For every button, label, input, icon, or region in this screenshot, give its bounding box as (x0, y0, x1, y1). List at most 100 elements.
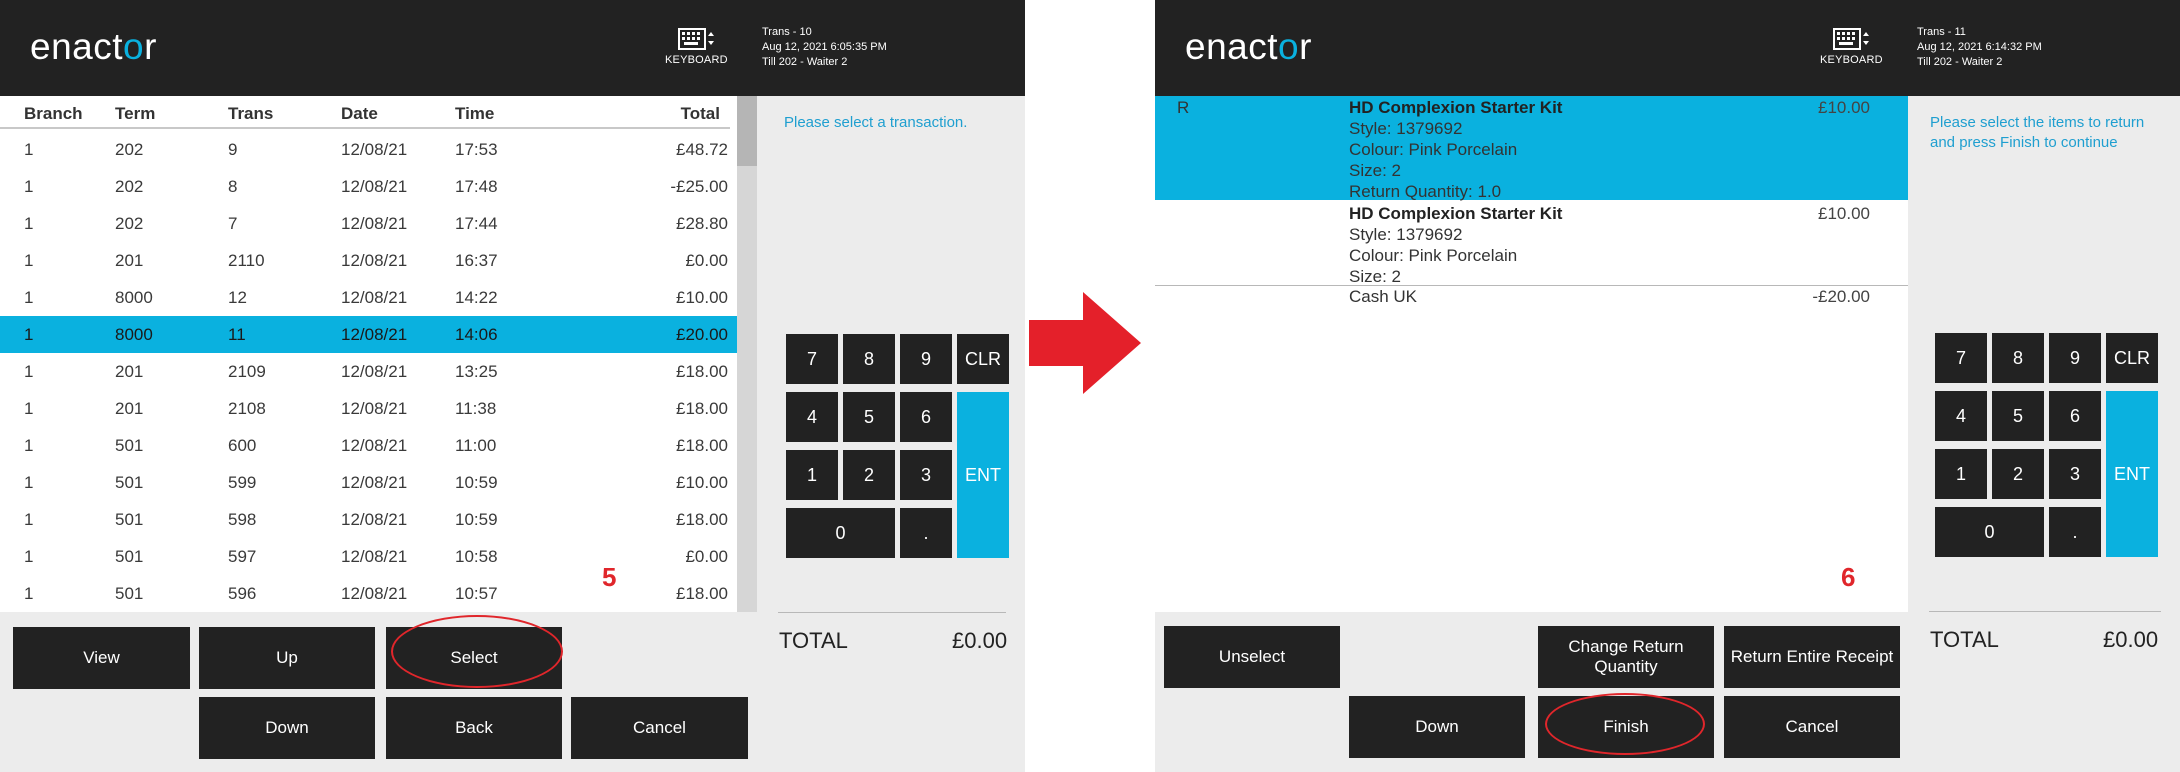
total-value: £0.00 (2103, 627, 2159, 652)
clear-key[interactable]: CLR (2106, 333, 2158, 383)
cell-term: 201 (115, 362, 144, 381)
table-row[interactable]: 1 8000 11 12/08/21 14:06 £20.00 (0, 316, 738, 353)
table-row[interactable]: 1 501 598 12/08/21 10:59 £18.00 (0, 501, 738, 538)
down-button[interactable]: Down (199, 697, 375, 759)
list-divider (1155, 285, 1908, 286)
cell-term: 201 (115, 399, 144, 418)
column-header-term: Term (115, 104, 156, 123)
key-7[interactable]: 7 (1935, 333, 1987, 383)
enactor-logo: enactor (1185, 26, 1312, 67)
tender-value: -£20.00 (1812, 287, 1870, 306)
column-header-total: Total (680, 104, 720, 123)
cell-branch: 1 (24, 140, 34, 159)
trans-datetime: Aug 12, 2021 6:05:35 PM (762, 41, 887, 53)
cell-branch: 1 (24, 251, 34, 270)
cell-total: £18.00 (676, 399, 728, 418)
clear-key[interactable]: CLR (957, 334, 1009, 384)
header-bar: enactor KEYBOARD Trans - 11 Aug 12, 2021… (1155, 0, 2180, 96)
tender-line[interactable]: Cash UK -£20.00 (1155, 287, 1908, 311)
finish-button[interactable]: Finish (1538, 696, 1714, 758)
table-row[interactable]: 1 202 9 12/08/21 17:53 £48.72 (0, 131, 738, 168)
cell-total: £48.72 (676, 140, 728, 159)
scrollbar-thumb[interactable] (737, 96, 757, 166)
transaction-table: Branch Term Trans Date Time Total 1 202 9 1… (0, 96, 740, 612)
table-row[interactable]: 1 501 600 12/08/21 11:00 £18.00 (0, 427, 738, 464)
cell-total: £10.00 (676, 473, 728, 492)
till-operator: Till 202 - Waiter 2 (762, 56, 848, 68)
prompt-message: Please select the items to return and pr… (1930, 113, 2144, 153)
up-button[interactable]: Up (199, 627, 375, 689)
decimal-key[interactable]: . (900, 508, 952, 558)
cell-branch: 1 (24, 214, 34, 233)
table-row[interactable]: 1 202 8 12/08/21 17:48 -£25.00 (0, 168, 738, 205)
cell-time: 14:22 (455, 288, 498, 307)
cell-time: 10:59 (455, 510, 498, 529)
table-row[interactable]: 1 202 7 12/08/21 17:44 £28.80 (0, 205, 738, 242)
cell-term: 201 (115, 251, 144, 270)
cell-time: 13:25 (455, 362, 498, 381)
table-row[interactable]: 1 501 597 12/08/21 10:58 £0.00 (0, 538, 738, 575)
cell-branch: 1 (24, 362, 34, 381)
change-return-quantity-button[interactable]: Change Return Quantity (1538, 626, 1714, 688)
key-7[interactable]: 7 (786, 334, 838, 384)
table-row[interactable]: 1 501 599 12/08/21 10:59 £10.00 (0, 464, 738, 501)
table-row[interactable]: 1 201 2109 12/08/21 13:25 £18.00 (0, 353, 738, 390)
enter-key[interactable]: ENT (957, 392, 1009, 558)
table-row[interactable]: 1 201 2110 12/08/21 16:37 £0.00 (0, 242, 738, 279)
key-1[interactable]: 1 (1935, 449, 1987, 499)
key-4[interactable]: 4 (786, 392, 838, 442)
item-style: Style: 1379692 (1349, 225, 1463, 244)
key-2[interactable]: 2 (1992, 449, 2044, 499)
cell-branch: 1 (24, 288, 34, 307)
key-9[interactable]: 9 (2049, 333, 2101, 383)
keyboard-button[interactable]: KEYBOARD (1820, 28, 1883, 66)
item-name: HD Complexion Starter Kit (1349, 98, 1563, 117)
key-8[interactable]: 8 (1992, 333, 2044, 383)
cell-time: 17:44 (455, 214, 498, 233)
keyboard-button[interactable]: KEYBOARD (665, 28, 728, 66)
item-colour: Colour: Pink Porcelain (1349, 140, 1518, 159)
cell-date: 12/08/21 (341, 584, 408, 603)
column-header-time: Time (455, 104, 495, 123)
list-item[interactable]: R HD Complexion Starter Kit £10.00 Style… (1155, 96, 1908, 201)
enter-key[interactable]: ENT (2106, 391, 2158, 557)
key-4[interactable]: 4 (1935, 391, 1987, 441)
cell-trans: 598 (228, 510, 257, 529)
list-item[interactable]: HD Complexion Starter Kit £10.00 Style: … (1155, 202, 1908, 286)
unselect-button[interactable]: Unselect (1164, 626, 1340, 688)
key-6[interactable]: 6 (900, 392, 952, 442)
keyboard-label: KEYBOARD (665, 54, 728, 66)
header-bar: enactor KEYBOARD Trans - 10 Aug 12, 2021… (0, 0, 1025, 96)
decimal-key[interactable]: . (2049, 507, 2101, 557)
cell-branch: 1 (24, 510, 34, 529)
cancel-button[interactable]: Cancel (1724, 696, 1900, 758)
keyboard-icon (678, 28, 714, 50)
key-5[interactable]: 5 (843, 392, 895, 442)
key-3[interactable]: 3 (2049, 449, 2101, 499)
cell-total: £18.00 (676, 584, 728, 603)
key-9[interactable]: 9 (900, 334, 952, 384)
total-label: TOTAL (1930, 627, 1999, 652)
cell-trans: 12 (228, 288, 247, 307)
table-scrollbar[interactable] (737, 96, 757, 612)
key-0[interactable]: 0 (1935, 507, 2044, 557)
key-3[interactable]: 3 (900, 450, 952, 500)
table-row[interactable]: 1 201 2108 12/08/21 11:38 £18.00 (0, 390, 738, 427)
view-button[interactable]: View (13, 627, 190, 689)
key-1[interactable]: 1 (786, 450, 838, 500)
cancel-button[interactable]: Cancel (571, 697, 748, 759)
key-8[interactable]: 8 (843, 334, 895, 384)
down-button[interactable]: Down (1349, 696, 1525, 758)
back-button[interactable]: Back (386, 697, 562, 759)
key-5[interactable]: 5 (1992, 391, 2044, 441)
step-number: 5 (602, 562, 617, 592)
cell-branch: 1 (24, 547, 34, 566)
key-2[interactable]: 2 (843, 450, 895, 500)
key-6[interactable]: 6 (2049, 391, 2101, 441)
select-button[interactable]: Select (386, 627, 562, 689)
key-0[interactable]: 0 (786, 508, 895, 558)
return-entire-receipt-button[interactable]: Return Entire Receipt (1724, 626, 1900, 688)
table-row[interactable]: 1 501 596 12/08/21 10:57 £18.00 (0, 575, 738, 612)
table-row[interactable]: 1 8000 12 12/08/21 14:22 £10.00 (0, 279, 738, 316)
item-style: Style: 1379692 (1349, 119, 1463, 138)
